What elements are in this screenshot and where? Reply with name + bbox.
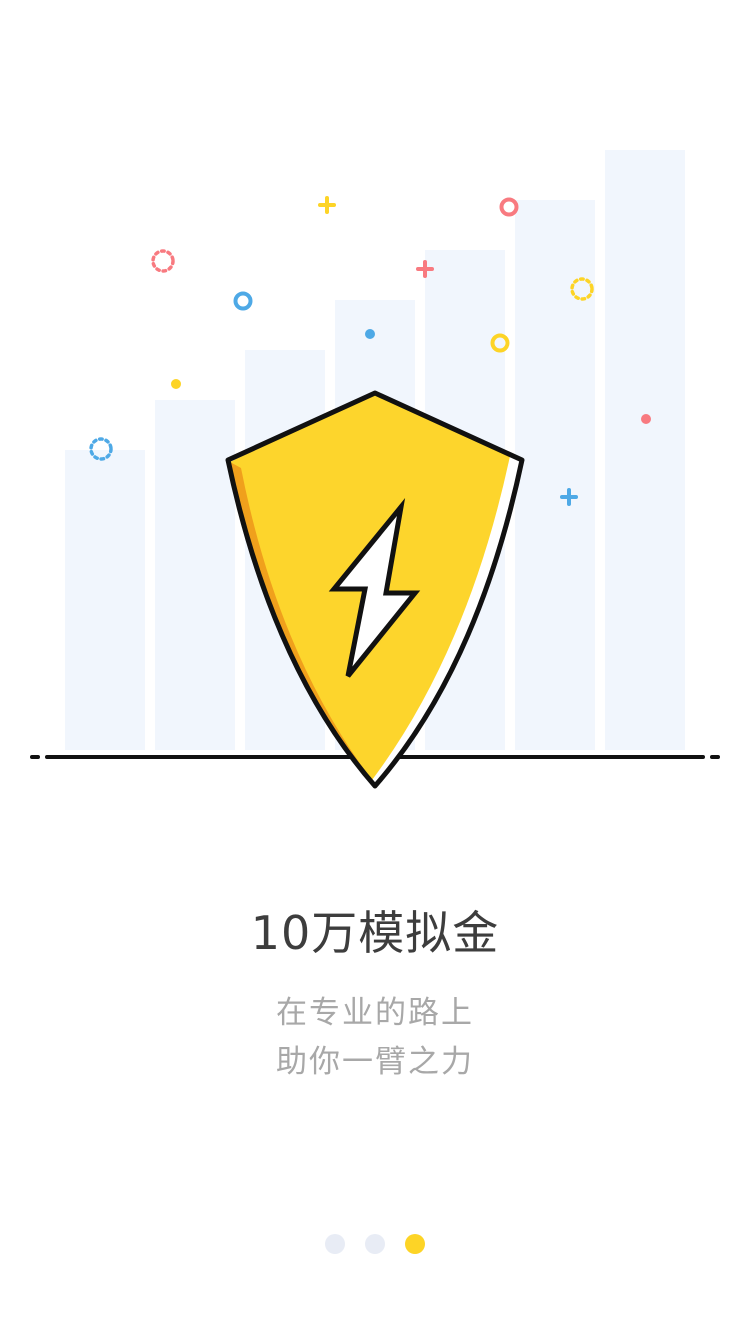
page-dot-3-active[interactable] [405,1234,425,1254]
ring-sparkle-icon [499,197,519,217]
onboarding-subtitle-line-1: 在专业的路上 [276,995,474,1031]
bar [65,450,145,750]
dotted-ring-sparkle-icon [151,249,175,273]
dot-sparkle-icon [171,379,181,389]
page-dot-2[interactable] [365,1234,385,1254]
bar [515,200,595,750]
dot-sparkle-icon [641,414,651,424]
shield-illustration [30,150,720,789]
page-dot-1[interactable] [325,1234,345,1254]
ring-sparkle-icon [233,291,253,311]
dot-sparkle-icon [365,329,375,339]
onboarding-subtitle-line-2: 助你一臂之力 [276,1044,474,1080]
plus-sparkle-icon [318,196,336,214]
onboarding-title: 10万模拟金 [250,906,500,960]
bar [155,400,235,750]
bar [605,150,685,750]
page-indicator [0,1234,750,1254]
